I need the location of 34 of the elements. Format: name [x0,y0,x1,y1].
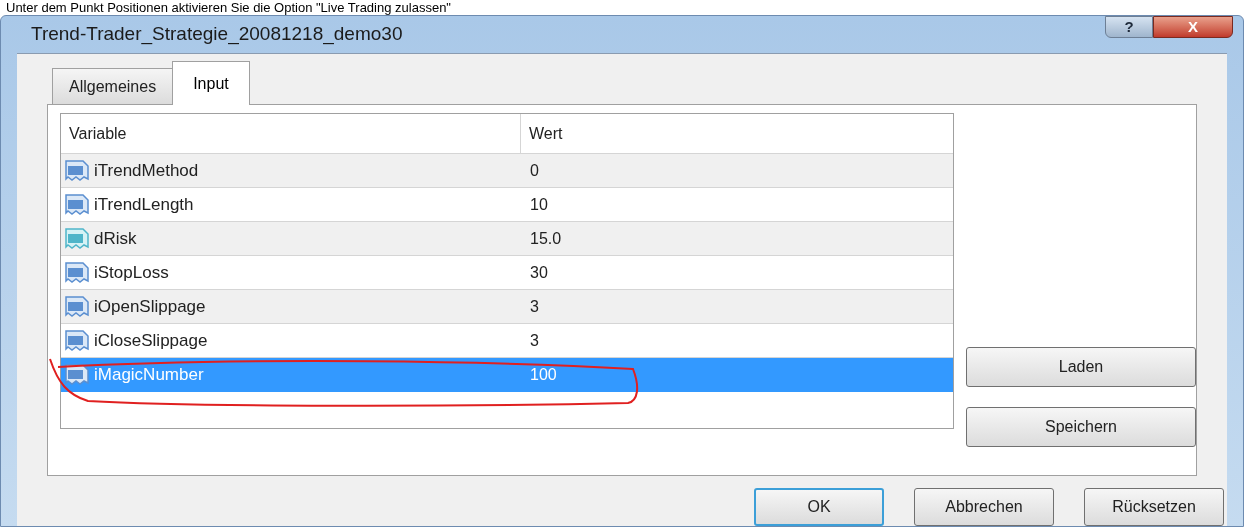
table-row[interactable]: dRisk 15.0 [61,222,953,256]
integer-type-icon [64,158,90,183]
integer-type-icon [64,294,90,319]
table-row[interactable]: iOpenSlippage 3 [61,290,953,324]
variable-name: iTrendLength [94,193,194,216]
window-title: Trend-Trader_Strategie_20081218_demo30 [31,22,403,47]
integer-type-icon [64,260,90,285]
table-row[interactable]: iTrendMethod 0 [61,154,953,188]
value-cell-text: 30 [529,262,548,283]
variable-name: iTrendMethod [94,159,199,182]
help-button[interactable]: ? [1105,16,1153,38]
fraction-type-icon [64,226,90,251]
dialog-button[interactable]: OK [754,488,884,526]
value-cell-text: 10 [529,194,548,215]
variable-name: iCloseSlippage [94,329,208,352]
variable-name: iOpenSlippage [94,295,206,318]
tab[interactable]: Input [172,61,250,105]
instruction-text: Unter dem Punkt Positionen aktivieren Sie die Option "Live Trading zulassen" [6,1,451,15]
variable-name: dRisk [94,227,137,250]
value-cell-text: 3 [529,330,539,351]
value-cell-text: 100 [529,364,557,385]
integer-type-icon [64,192,90,217]
value-cell-text: 3 [529,296,539,317]
value-cell-text: 0 [529,160,539,181]
side-button[interactable]: Laden [966,347,1196,387]
integer-type-icon [64,362,90,387]
side-button[interactable]: Speichern [966,407,1196,447]
variable-name: iStopLoss [94,261,169,284]
integer-type-icon [64,328,90,353]
value-cell-text: 15.0 [529,228,562,249]
variable-name: iMagicNumber [94,363,204,386]
dialog-button[interactable]: Abbrechen [914,488,1054,526]
tab[interactable]: Allgemeines [52,68,174,104]
dialog-button[interactable]: Rücksetzen [1084,488,1224,526]
